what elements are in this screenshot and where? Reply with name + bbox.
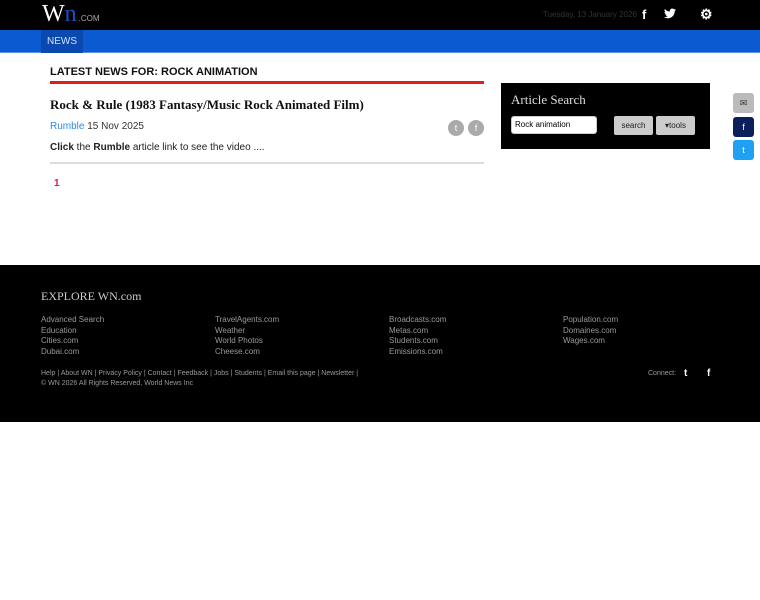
footer-link[interactable]: Education: [41, 326, 104, 337]
article-title[interactable]: Rock & Rule (1983 Fantasy/Music Rock Ani…: [50, 97, 364, 113]
footer-link[interactable]: Students.com: [389, 336, 446, 347]
desc-part: Click: [50, 142, 74, 153]
share-twitter-icon[interactable]: t: [448, 120, 464, 136]
search-button[interactable]: search: [614, 116, 653, 135]
desc-part: article link to see the video ....: [130, 142, 265, 153]
article-search-title: Article Search: [511, 92, 586, 107]
footer-column: Broadcasts.com Metas.com Students.com Emiss…: [389, 315, 446, 358]
page-link-1[interactable]: 1: [54, 178, 60, 189]
section-heading: LATEST NEWS FOR: ROCK ANIMATION: [50, 66, 484, 84]
nav-bar: NEWS: [0, 30, 760, 53]
share-facebook-icon[interactable]: f: [468, 120, 484, 136]
footer-link[interactable]: Dubai.com: [41, 347, 104, 358]
settings-gear-icon[interactable]: ⚙: [700, 6, 713, 23]
footer-links: Help | About WN | Privacy Policy | Conta…: [41, 369, 358, 389]
article-meta: Rumble 15 Nov 2025: [50, 121, 144, 132]
footer-link[interactable]: Weather: [215, 326, 279, 337]
logo-n: n: [64, 1, 77, 27]
top-bar: Wn .COM Tuesday, 13 January 2026 f ⚙: [0, 0, 760, 30]
twitter-share-icon[interactable]: t: [733, 140, 754, 160]
logo-w: W: [42, 1, 65, 27]
email-share-icon[interactable]: ✉: [733, 93, 754, 113]
footer-column: Population.com Domaines.com Wages.com: [563, 315, 618, 347]
footer-column: Advanced Search Education Cities.com Dubai.…: [41, 315, 104, 358]
twitter-icon[interactable]: [664, 7, 676, 22]
footer-twitter-icon[interactable]: t: [684, 368, 687, 379]
footer-link[interactable]: Advanced Search: [41, 315, 104, 326]
footer-link[interactable]: TravelAgents.com: [215, 315, 279, 326]
desc-part: Rumble: [93, 142, 131, 153]
article-search-panel: Article Search Rock animation search ▾to…: [501, 83, 710, 149]
facebook-share-icon[interactable]: f: [733, 117, 754, 137]
footer-link[interactable]: Cheese.com: [215, 347, 279, 358]
wn-logo[interactable]: Wn .COM: [42, 2, 100, 31]
footer-link[interactable]: Emissions.com: [389, 347, 446, 358]
footer-bottom-links[interactable]: Help | About WN | Privacy Policy | Conta…: [41, 369, 358, 379]
article-date: 15 Nov 2025: [87, 121, 144, 132]
footer-link[interactable]: Wages.com: [563, 336, 618, 347]
copyright: © WN 2026 All Rights Reserved, World New…: [41, 380, 194, 387]
article-description: Click the Rumble article link to see the…: [50, 142, 265, 153]
divider: [50, 162, 484, 164]
tools-button[interactable]: ▾tools: [656, 116, 695, 135]
footer: EXPLORE WN.com Advanced Search Education C…: [0, 265, 760, 422]
facebook-icon[interactable]: f: [642, 7, 646, 22]
footer-facebook-icon[interactable]: f: [707, 368, 710, 379]
footer-link[interactable]: Broadcasts.com: [389, 315, 446, 326]
current-date: Tuesday, 13 January 2026: [543, 10, 637, 19]
search-input[interactable]: Rock animation: [511, 116, 597, 134]
connect-label: Connect:: [648, 370, 677, 377]
article-source[interactable]: Rumble: [50, 121, 84, 132]
logo-com: .COM: [78, 14, 100, 23]
footer-link[interactable]: World Photos: [215, 336, 279, 347]
footer-column: TravelAgents.com Weather World Photos Chees…: [215, 315, 279, 358]
footer-link[interactable]: Domaines.com: [563, 326, 618, 337]
nav-news[interactable]: NEWS: [41, 30, 83, 53]
explore-heading: EXPLORE WN.com: [41, 289, 142, 303]
desc-part: the: [73, 142, 94, 153]
footer-link[interactable]: Metas.com: [389, 326, 446, 337]
footer-link[interactable]: Cities.com: [41, 336, 104, 347]
footer-link[interactable]: Population.com: [563, 315, 618, 326]
